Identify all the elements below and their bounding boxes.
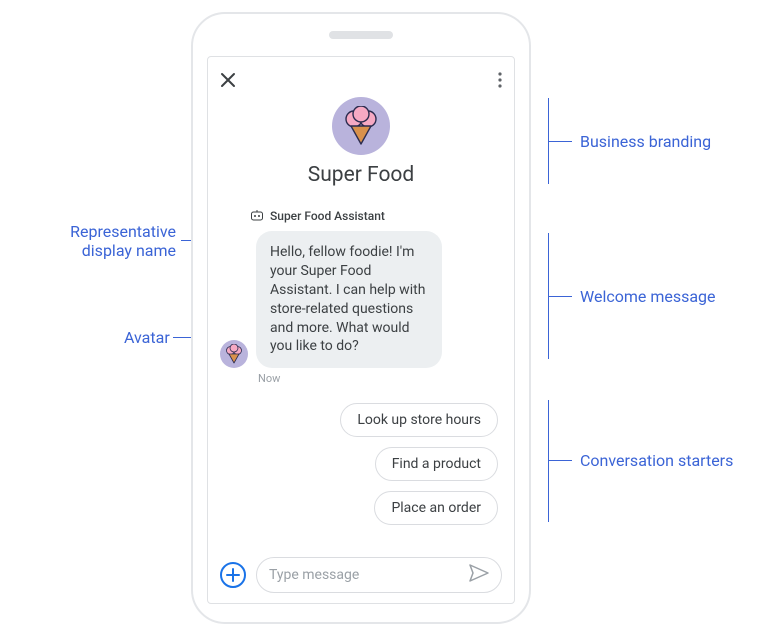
message-composer: Type message <box>220 545 502 593</box>
connector <box>548 141 572 142</box>
ice-cream-icon <box>343 106 379 146</box>
brand-name: Super Food <box>308 163 415 187</box>
annotation-business-branding: Business branding <box>580 132 711 151</box>
input-placeholder: Type message <box>269 567 359 583</box>
representative-header: Super Food Assistant <box>250 209 502 223</box>
phone-speaker <box>329 31 393 39</box>
plus-icon <box>226 568 240 582</box>
brand-logo <box>332 97 390 155</box>
representative-name: Super Food Assistant <box>270 209 385 223</box>
welcome-message-bubble: Hello, fellow foodie! I'm your Super Foo… <box>256 231 442 368</box>
annotation-avatar: Avatar <box>124 328 170 347</box>
starter-chip[interactable]: Look up store hours <box>340 403 498 437</box>
close-icon[interactable] <box>220 72 236 88</box>
message-input[interactable]: Type message <box>256 557 502 593</box>
avatar <box>220 340 248 368</box>
chat-screen: Super Food Super Food Assistant Hello, f… <box>207 56 515 604</box>
annotation-representative-display-name: Representative display name <box>32 222 176 260</box>
connector <box>548 400 549 522</box>
add-button[interactable] <box>220 562 246 588</box>
annotation-conversation-starters: Conversation starters <box>580 451 733 470</box>
conversation-starters: Look up store hours Find a product Place… <box>220 403 502 525</box>
connector <box>548 296 572 297</box>
message-row: Hello, fellow foodie! I'm your Super Foo… <box>220 231 502 368</box>
business-branding: Super Food <box>220 97 502 187</box>
more-options-icon[interactable] <box>498 72 502 88</box>
phone-frame: Super Food Super Food Assistant Hello, f… <box>191 12 531 624</box>
annotation-welcome-message: Welcome message <box>580 287 716 306</box>
top-bar <box>220 69 502 91</box>
starter-chip[interactable]: Find a product <box>375 447 498 481</box>
message-timestamp: Now <box>258 372 502 385</box>
bot-icon <box>250 209 264 223</box>
starter-chip[interactable]: Place an order <box>374 491 498 525</box>
send-icon[interactable] <box>469 564 489 586</box>
ice-cream-icon <box>225 344 243 364</box>
connector <box>548 460 572 461</box>
